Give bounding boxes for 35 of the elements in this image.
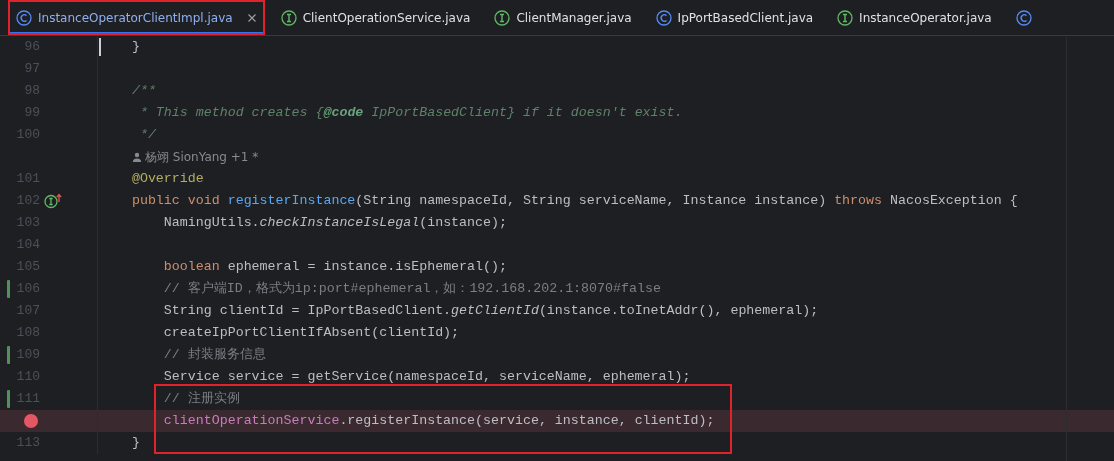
code-line: public void registerInstance(String namespaceId, String serviceName, Instance instance) throws NacosException {: [130, 192, 1018, 210]
interface-icon: [280, 9, 297, 26]
interface-icon: [837, 9, 854, 26]
change-marker[interactable]: [7, 346, 10, 364]
code-line: * This method creates {@code IpPortBasedClient} if it doesn't exist.: [138, 104, 683, 122]
class-icon: [1015, 9, 1032, 26]
file-tab[interactable]: InstanceOperator.java: [829, 0, 1000, 35]
file-tab[interactable]: ClientOperationService.java: [272, 0, 479, 35]
code-line: String clientId = IpPortBasedClient.getClientId(instance.toInetAddr(), ephemeral);: [162, 302, 819, 320]
class-icon: [16, 9, 32, 26]
code-line: Service service = getService(namespaceId, serviceName, ephemeral);: [162, 368, 691, 386]
change-marker[interactable]: [7, 280, 10, 298]
file-tab[interactable]: ClientManager.java: [486, 0, 640, 35]
class-icon: [655, 9, 672, 26]
code-line: // 封装服务信息: [162, 346, 266, 364]
code-line: /**: [130, 82, 156, 100]
code-line: // 注册实例: [162, 390, 240, 408]
author-hint[interactable]: 杨翊 SionYang +1 *: [98, 146, 259, 168]
change-marker[interactable]: [7, 390, 10, 408]
interface-icon: [494, 9, 511, 26]
code-line: @Override: [130, 170, 204, 188]
close-icon[interactable]: [246, 12, 257, 23]
code-line: clientOperationService.registerInstance(service, instance, clientId);: [162, 412, 715, 430]
breakpoint-icon[interactable]: [24, 414, 38, 428]
code-line: createIpPortClientIfAbsent(clientId);: [162, 324, 460, 342]
file-tab[interactable]: IpPortBasedClient.java: [647, 0, 822, 35]
implements-icon[interactable]: [44, 193, 64, 209]
code-line: }: [130, 434, 140, 452]
code-line: NamingUtils.checkInstanceIsLegal(instance);: [162, 214, 507, 232]
code-line: // 客户端ID，格式为ip:port#ephemeral，如：192.168.202.1:8070#false: [162, 280, 661, 298]
code-line: boolean ephemeral = instance.isEphemeral();: [162, 258, 507, 276]
person-icon: [132, 152, 142, 162]
file-tab[interactable]: InstanceOperatorClientImpl.java: [8, 0, 265, 35]
code-line: */: [138, 126, 156, 144]
code-line: }: [130, 38, 140, 56]
